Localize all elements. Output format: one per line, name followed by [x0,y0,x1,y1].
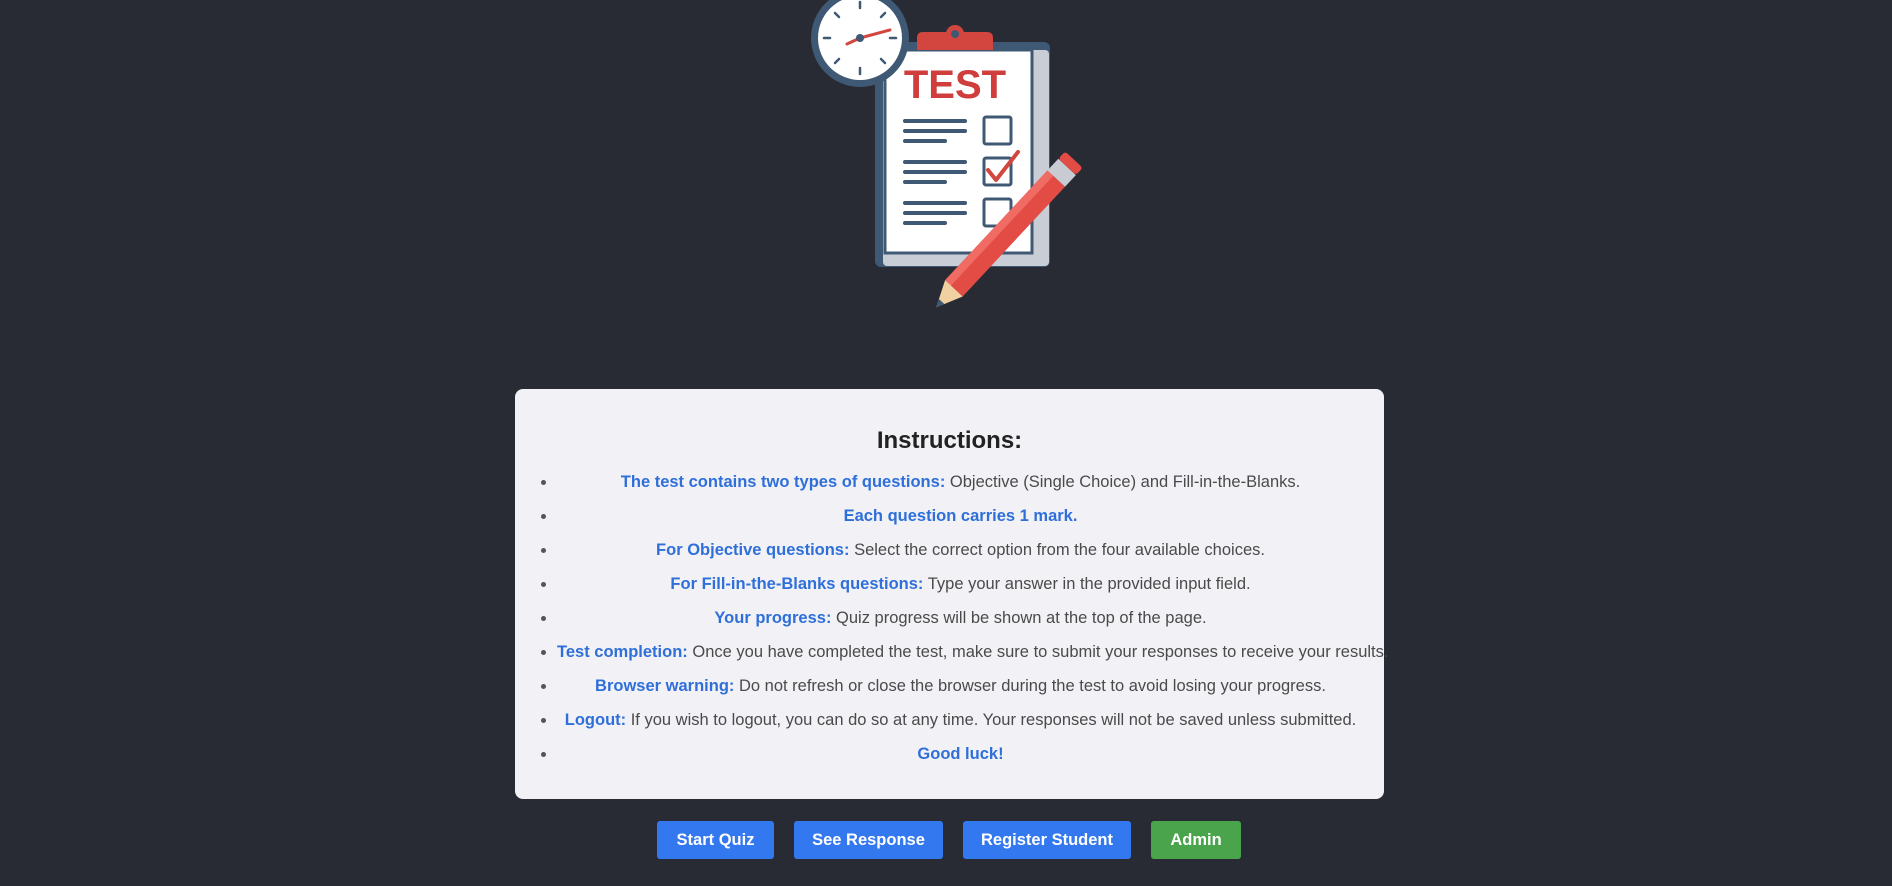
instruction-label: The test contains two types of questions… [620,473,946,491]
test-illustration: TEST [805,0,1095,320]
instruction-text: Select the correct option from the four … [849,541,1265,559]
instruction-label: Browser warning: [595,677,735,695]
instruction-item: Good luck! [557,737,1364,771]
instruction-text: Once you have completed the test, make s… [687,643,1389,661]
instruction-label: For Fill-in-the-Blanks questions: [670,575,924,593]
instruction-label: Logout: [564,711,627,729]
instruction-label: For Objective questions: [656,541,850,559]
instruction-item: Each question carries 1 mark. [557,499,1364,533]
start-quiz-button[interactable]: Start Quiz [657,821,774,859]
action-buttons: Start Quiz See Response Register Student… [0,821,1892,859]
test-badge-text: TEST [904,63,1006,107]
instruction-label: Your progress: [714,609,832,627]
instruction-item: Logout: If you wish to logout, you can d… [557,703,1364,737]
test-clipboard-icon: TEST [811,0,1082,308]
instruction-item: Your progress: Quiz progress will be sho… [557,601,1364,635]
instruction-item: Test completion: Once you have completed… [557,635,1388,669]
instructions-title: Instructions: [876,427,1023,454]
instruction-label: Test completion: [557,643,688,661]
instruction-item: The test contains two types of questions… [557,465,1364,499]
instruction-text: If you wish to logout, you can do so at … [626,711,1357,729]
instructions-list: The test contains two types of questions… [515,465,1388,771]
instructions-card: Instructions: The test contains two type… [515,389,1388,799]
instruction-text: Quiz progress will be shown at the top o… [831,609,1207,627]
instruction-text: Do not refresh or close the browser duri… [734,677,1326,695]
instruction-item: For Objective questions: Select the corr… [557,533,1364,567]
instruction-text: Type your answer in the provided input f… [923,575,1251,593]
see-response-button[interactable]: See Response [794,821,943,859]
register-student-button[interactable]: Register Student [963,821,1131,859]
instruction-text: Objective (Single Choice) and Fill-in-th… [945,473,1301,491]
instruction-item: For Fill-in-the-Blanks questions: Type y… [557,567,1364,601]
instruction-item: Browser warning: Do not refresh or close… [557,669,1364,703]
instruction-label: Good luck! [917,745,1004,763]
admin-button[interactable]: Admin [1151,821,1241,859]
instruction-label: Each question carries 1 mark. [843,507,1078,525]
